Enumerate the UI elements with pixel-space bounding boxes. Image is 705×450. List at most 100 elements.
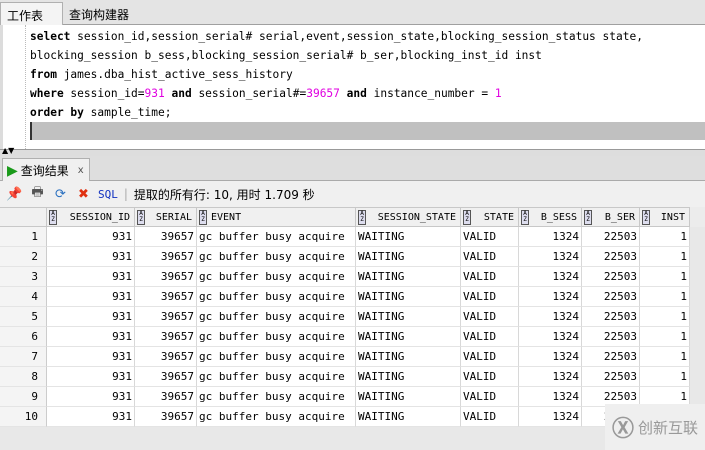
table-cell[interactable]: 1324 <box>519 347 582 367</box>
table-cell[interactable]: 1324 <box>519 367 582 387</box>
table-cell[interactable]: 1324 <box>519 307 582 327</box>
table-cell[interactable]: 39657 <box>135 267 197 287</box>
table-cell[interactable]: gc buffer busy acquire <box>197 307 356 327</box>
table-row[interactable]: 2 931 39657 gc buffer busy acquire WAITING VA… <box>0 247 705 267</box>
table-cell[interactable]: 39657 <box>135 407 197 427</box>
table-row[interactable]: 7 931 39657 gc buffer busy acquire WAITING VA… <box>0 347 705 367</box>
tab-query-builder[interactable]: 查询构建器 <box>63 2 135 25</box>
table-cell[interactable]: 1 <box>640 227 690 247</box>
table-cell[interactable]: 39657 <box>135 307 197 327</box>
table-cell[interactable]: 1324 <box>519 327 582 347</box>
table-cell[interactable]: 39657 <box>135 367 197 387</box>
table-cell[interactable]: WAITING <box>356 287 461 307</box>
table-cell[interactable]: VALID <box>461 407 519 427</box>
table-cell[interactable]: WAITING <box>356 407 461 427</box>
splitter[interactable]: ▲▼ <box>0 146 705 156</box>
table-cell[interactable]: WAITING <box>356 347 461 367</box>
table-row[interactable]: 6 931 39657 gc buffer busy acquire WAITING VA… <box>0 327 705 347</box>
table-cell[interactable]: 1 <box>640 307 690 327</box>
close-tab-icon[interactable]: x <box>78 165 84 176</box>
table-cell[interactable]: 931 <box>47 307 135 327</box>
table-cell[interactable]: 22503 <box>582 367 640 387</box>
table-cell[interactable]: 931 <box>47 407 135 427</box>
clear-icon[interactable]: ✖ <box>75 186 92 203</box>
table-cell[interactable]: 1 <box>640 267 690 287</box>
table-row[interactable]: 5 931 39657 gc buffer busy acquire WAITING VA… <box>0 307 705 327</box>
table-cell[interactable]: WAITING <box>356 267 461 287</box>
table-cell[interactable]: 39657 <box>135 327 197 347</box>
table-cell[interactable]: 1324 <box>519 247 582 267</box>
table-cell[interactable]: gc buffer busy acquire <box>197 287 356 307</box>
column-header[interactable]: A Z STATE <box>461 207 519 227</box>
column-header[interactable]: A Z B_SESS <box>519 207 582 227</box>
table-cell[interactable]: 1 <box>640 347 690 367</box>
column-header[interactable]: A Z SERIAL <box>135 207 197 227</box>
table-cell[interactable]: 931 <box>47 387 135 407</box>
table-row[interactable]: 3 931 39657 gc buffer busy acquire WAITING VA… <box>0 267 705 287</box>
table-cell[interactable]: 1 <box>640 247 690 267</box>
table-cell[interactable]: 22503 <box>582 287 640 307</box>
table-cell[interactable]: 931 <box>47 347 135 367</box>
table-cell[interactable]: 39657 <box>135 227 197 247</box>
table-cell[interactable]: VALID <box>461 327 519 347</box>
table-cell[interactable]: WAITING <box>356 327 461 347</box>
table-cell[interactable]: 931 <box>47 247 135 267</box>
table-cell[interactable]: VALID <box>461 367 519 387</box>
table-row[interactable]: 8 931 39657 gc buffer busy acquire WAITING VA… <box>0 367 705 387</box>
table-cell[interactable]: 22503 <box>582 267 640 287</box>
table-cell[interactable]: VALID <box>461 267 519 287</box>
table-row[interactable]: 4 931 39657 gc buffer busy acquire WAITING VA… <box>0 287 705 307</box>
print-icon[interactable]: 🖶 <box>29 185 46 203</box>
table-cell[interactable]: WAITING <box>356 367 461 387</box>
table-cell[interactable]: gc buffer busy acquire <box>197 387 356 407</box>
table-cell[interactable]: gc buffer busy acquire <box>197 327 356 347</box>
column-header[interactable]: A Z B_SER <box>582 207 640 227</box>
table-cell[interactable]: gc buffer busy acquire <box>197 407 356 427</box>
table-row[interactable]: 10 931 39657 gc buffer busy acquire WAITING V… <box>0 407 705 427</box>
sql-button[interactable]: SQL <box>98 188 118 201</box>
table-cell[interactable]: 1 <box>640 327 690 347</box>
table-cell[interactable]: gc buffer busy acquire <box>197 347 356 367</box>
table-cell[interactable]: 22503 <box>582 327 640 347</box>
pin-icon[interactable]: 📌 <box>6 186 23 203</box>
table-cell[interactable]: 39657 <box>135 247 197 267</box>
column-header[interactable]: A Z INST <box>640 207 690 227</box>
column-header[interactable]: A Z EVENT <box>197 207 356 227</box>
table-cell[interactable]: 931 <box>47 287 135 307</box>
table-cell[interactable]: 931 <box>47 327 135 347</box>
column-header[interactable]: A Z SESSION_STATE <box>356 207 461 227</box>
table-cell[interactable]: 22503 <box>582 247 640 267</box>
table-cell[interactable]: 1324 <box>519 267 582 287</box>
table-cell[interactable]: 931 <box>47 367 135 387</box>
table-cell[interactable]: gc buffer busy acquire <box>197 247 356 267</box>
sql-editor[interactable]: select session_id,session_serial# serial… <box>0 25 705 149</box>
table-cell[interactable]: VALID <box>461 387 519 407</box>
table-cell[interactable]: gc buffer busy acquire <box>197 367 356 387</box>
table-cell[interactable]: 931 <box>47 267 135 287</box>
collapse-arrows-icon[interactable]: ▲▼ <box>2 146 14 155</box>
table-row[interactable]: 9 931 39657 gc buffer busy acquire WAITING VA… <box>0 387 705 407</box>
table-cell[interactable]: 39657 <box>135 347 197 367</box>
table-cell[interactable]: 22503 <box>582 307 640 327</box>
table-cell[interactable]: 1324 <box>519 407 582 427</box>
table-cell[interactable]: 1 <box>640 367 690 387</box>
table-cell[interactable]: VALID <box>461 347 519 367</box>
table-cell[interactable]: WAITING <box>356 227 461 247</box>
table-cell[interactable]: 1324 <box>519 287 582 307</box>
table-cell[interactable]: VALID <box>461 227 519 247</box>
tab-worksheet[interactable]: 工作表 <box>0 2 63 25</box>
table-cell[interactable]: 22503 <box>582 347 640 367</box>
table-cell[interactable]: WAITING <box>356 387 461 407</box>
table-cell[interactable]: 1324 <box>519 387 582 407</box>
table-cell[interactable]: 39657 <box>135 387 197 407</box>
table-cell[interactable]: 931 <box>47 227 135 247</box>
table-cell[interactable]: WAITING <box>356 247 461 267</box>
refresh-icon[interactable]: ⟳ <box>52 186 69 203</box>
column-header[interactable]: A Z SESSION_ID <box>47 207 135 227</box>
table-cell[interactable]: 39657 <box>135 287 197 307</box>
table-cell[interactable]: gc buffer busy acquire <box>197 267 356 287</box>
table-cell[interactable]: VALID <box>461 247 519 267</box>
table-cell[interactable]: 22503 <box>582 227 640 247</box>
table-cell[interactable]: WAITING <box>356 307 461 327</box>
table-cell[interactable]: VALID <box>461 287 519 307</box>
